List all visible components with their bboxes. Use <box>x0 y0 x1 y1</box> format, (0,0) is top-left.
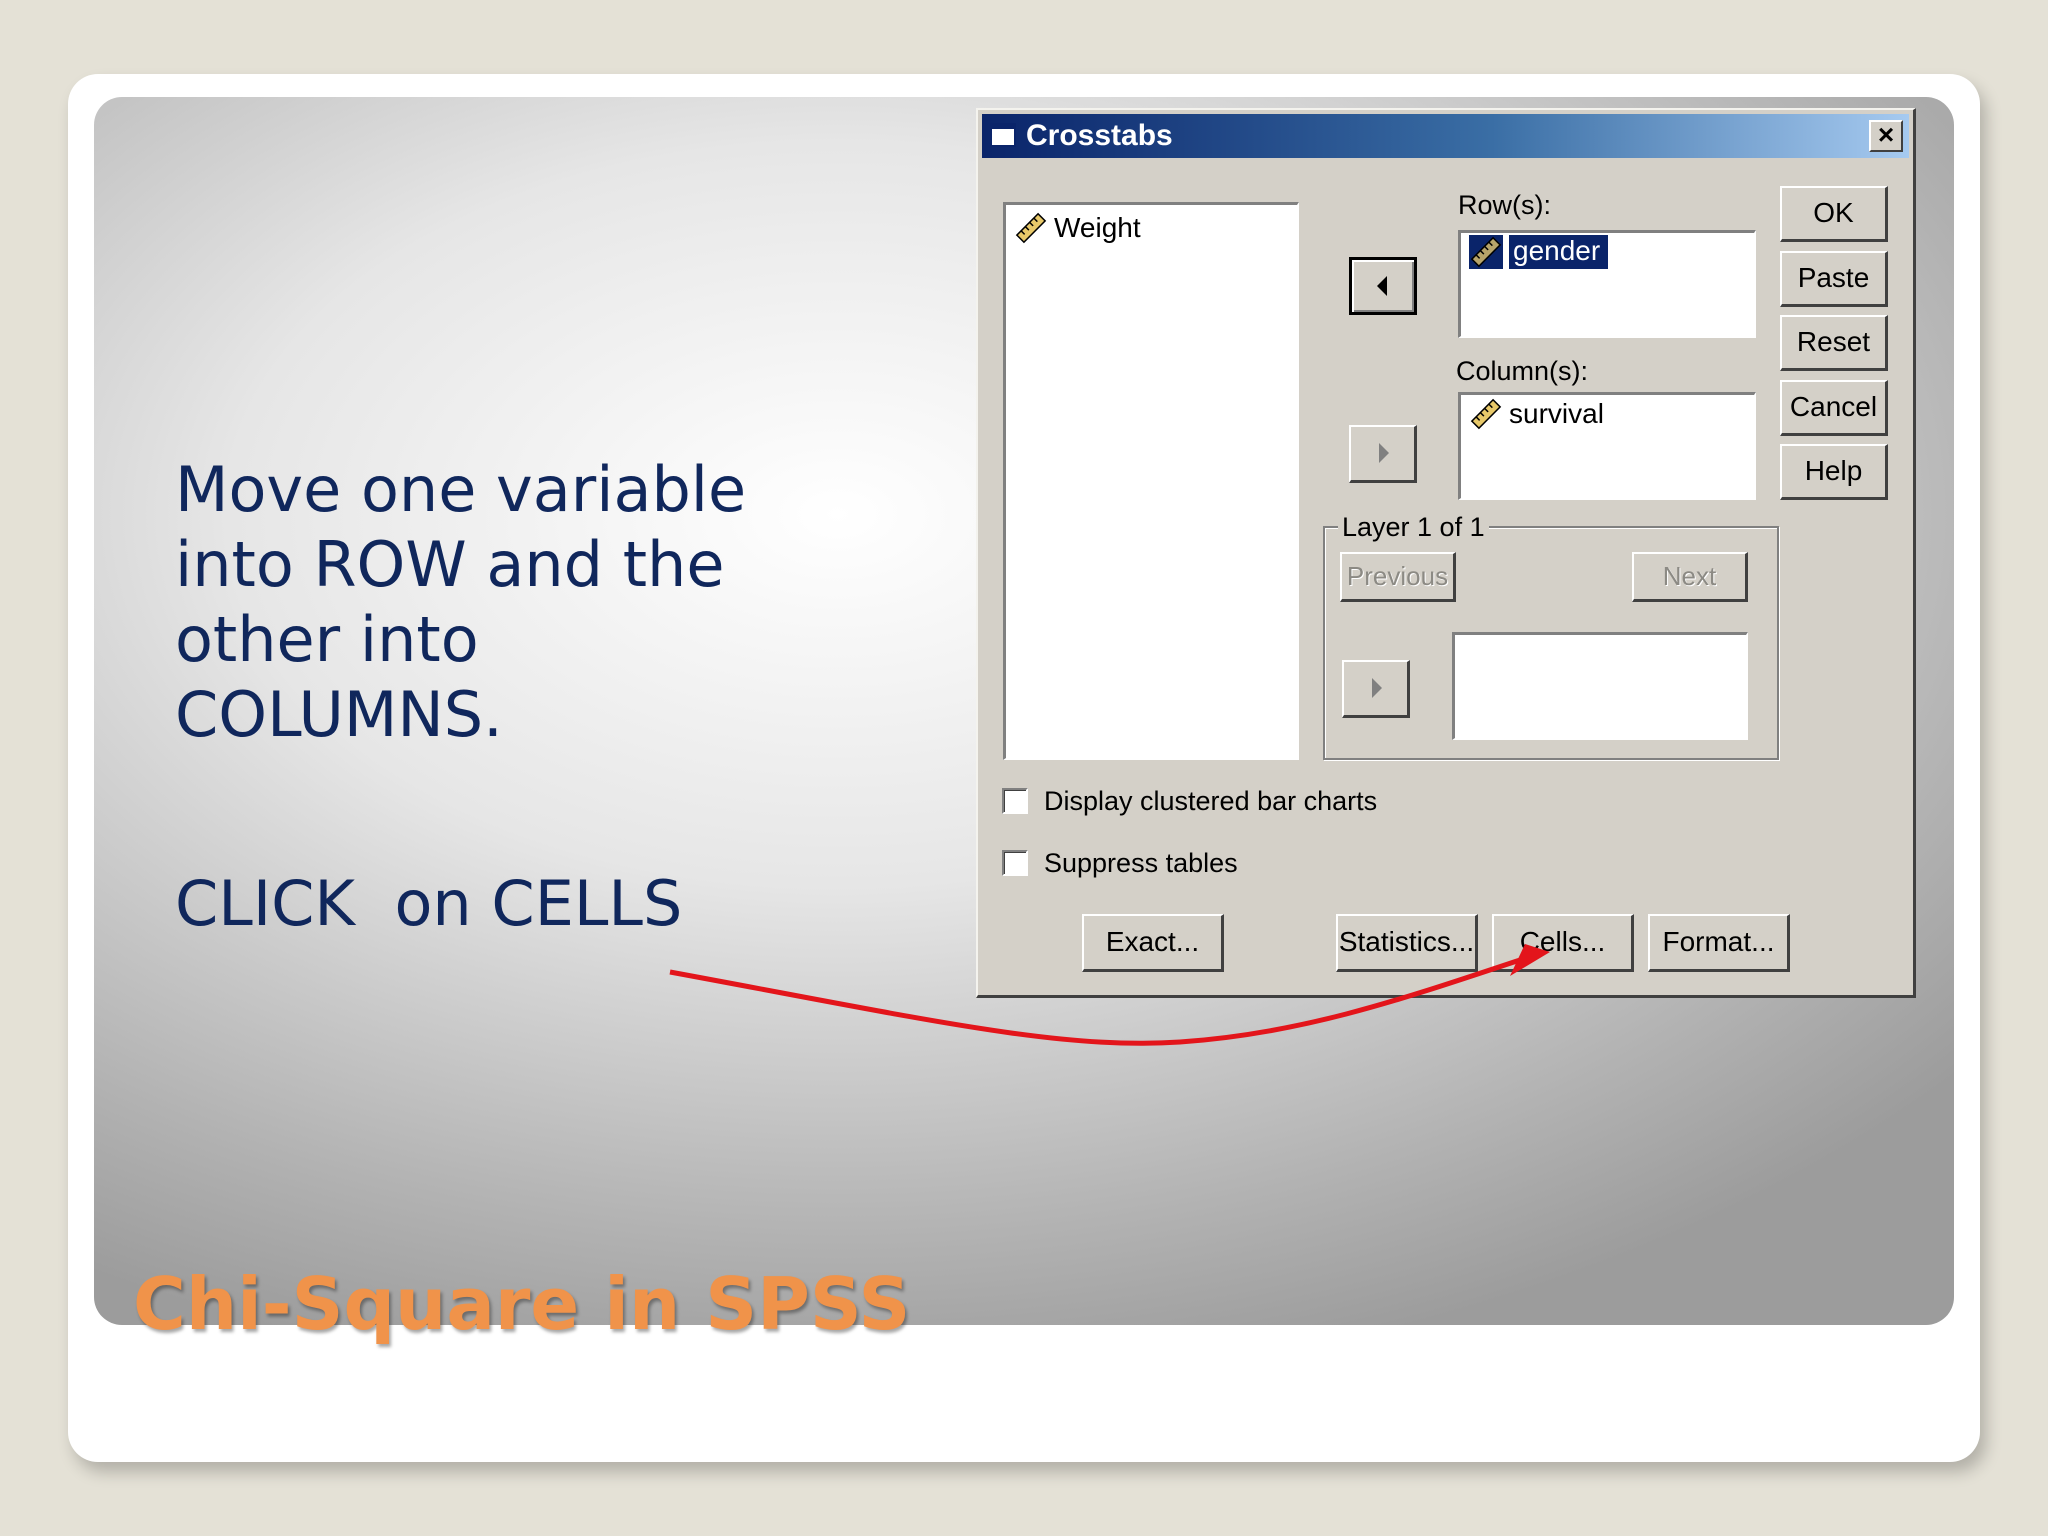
arrow-curve <box>669 957 1521 1046</box>
annotation-arrow <box>669 944 1550 1046</box>
